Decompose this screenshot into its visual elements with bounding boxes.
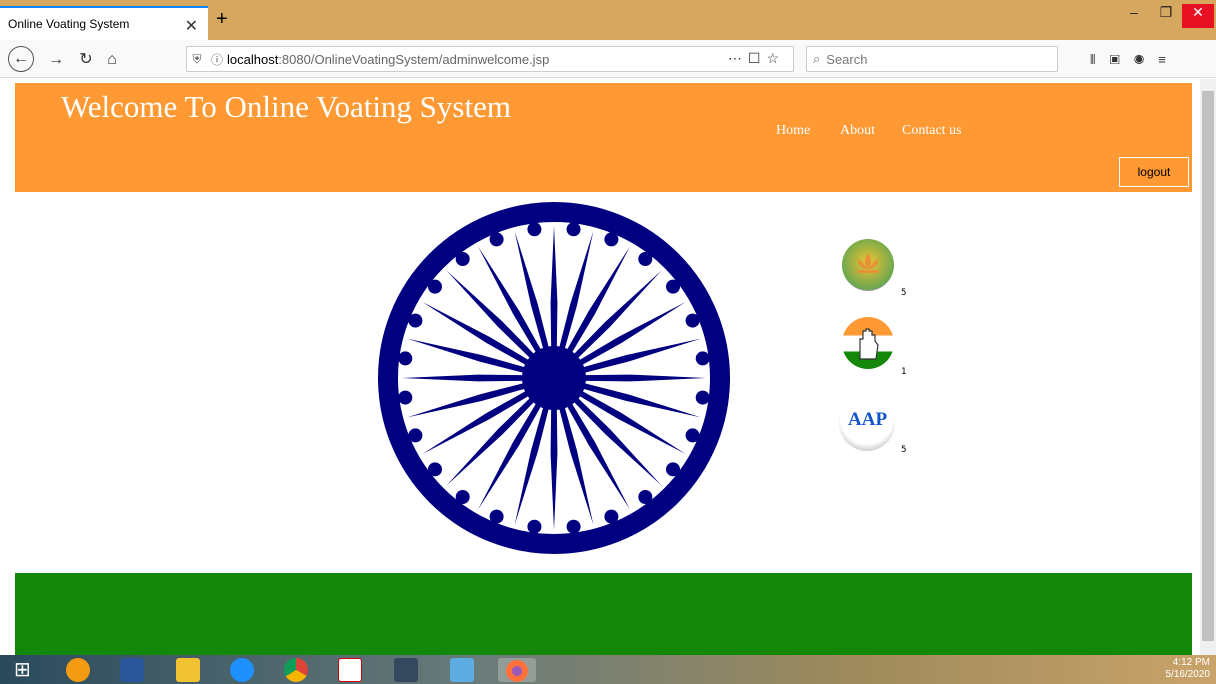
windows-taskbar: ⊞ 4:12 PM 5/16/2020: [0, 655, 1216, 684]
chakra-rim-dot: [685, 313, 700, 328]
chakra-rim-dot: [408, 313, 423, 328]
site-header: Welcome To Online Voating System Home Ab…: [15, 83, 1192, 192]
shield-icon[interactable]: ⛨: [187, 52, 207, 67]
internet-explorer-icon[interactable]: [230, 658, 254, 682]
party-1-vote-count: 5: [901, 288, 907, 298]
chakra-rim-dot: [685, 428, 700, 443]
chakra-rim-dot: [527, 222, 542, 237]
chakra-rim-dot: [455, 490, 470, 505]
chakra-rim-dot: [427, 462, 442, 477]
reload-icon[interactable]: ↻: [74, 48, 98, 72]
home-icon[interactable]: ⌂: [100, 48, 124, 72]
chakra-rim-dot: [566, 222, 581, 237]
chakra-rim-dot: [604, 232, 619, 247]
chakra-rim-dot: [455, 251, 470, 266]
back-icon[interactable]: ←: [8, 46, 34, 72]
chakra-rim-dot: [398, 351, 413, 366]
nav-about-link[interactable]: About: [840, 123, 875, 139]
chakra-rim-dot: [638, 490, 653, 505]
chakra-spoke: [550, 226, 558, 359]
windows-start-icon[interactable]: ⊞: [14, 658, 38, 682]
search-placeholder: Search: [826, 51, 868, 67]
forward-icon[interactable]: →: [44, 48, 68, 72]
word-icon[interactable]: [120, 658, 144, 682]
uc-browser-icon[interactable]: [66, 658, 90, 682]
close-window-icon[interactable]: ✕: [1182, 4, 1214, 28]
chakra-rim-dot: [408, 428, 423, 443]
page-actions-icon[interactable]: ⋯☐☆: [728, 50, 785, 67]
bjp-logo-icon[interactable]: [842, 239, 894, 291]
clock-date: 5/16/2020: [1165, 669, 1211, 680]
site-footer: [15, 573, 1192, 655]
system-tray: 4:12 PM 5/16/2020: [1166, 657, 1211, 681]
aap-logo-text: AAP: [848, 409, 888, 430]
lotus-icon: [857, 253, 879, 273]
info-icon[interactable]: ⓘ: [207, 51, 227, 68]
chrome-icon[interactable]: [284, 658, 308, 682]
chakra-rim-dot: [604, 509, 619, 524]
pdf-reader-icon[interactable]: [338, 658, 362, 682]
party-3-vote-count: 5: [901, 445, 907, 455]
chakra-rim-dot: [638, 251, 653, 266]
restore-icon[interactable]: ❐: [1150, 4, 1182, 28]
aap-logo-icon[interactable]: AAP: [839, 395, 895, 451]
search-icon: ⌕: [813, 51, 821, 66]
chakra-rim-dot: [398, 390, 413, 405]
chakra-rim-dot: [666, 279, 681, 294]
minimize-icon[interactable]: –: [1118, 4, 1150, 28]
chakra-rim-dot: [489, 509, 504, 524]
virtualbox-icon[interactable]: [450, 658, 474, 682]
page-content: Welcome To Online Voating System Home Ab…: [0, 79, 1200, 655]
chakra-rim-dot: [566, 519, 581, 534]
nav-home-link[interactable]: Home: [776, 123, 810, 139]
chakra-rim-dot: [527, 519, 542, 534]
new-tab-icon[interactable]: +: [216, 8, 228, 31]
file-explorer-icon[interactable]: [176, 658, 200, 682]
url-path: :8080/OnlineVoatingSystem/adminwelcome.j…: [278, 51, 550, 67]
browser-toolbar: ← → ↻ ⌂ ⛨ ⓘ localhost:8080/OnlineVoating…: [0, 40, 1216, 78]
clock-time: 4:12 PM: [1172, 657, 1210, 668]
window-titlebar: Online Voating System ✕ + – ❐ ✕: [0, 0, 1216, 40]
chakra-rim-dot: [695, 390, 710, 405]
browser-tab[interactable]: Online Voating System ✕: [0, 6, 208, 40]
congress-logo-icon[interactable]: [842, 317, 894, 369]
chakra-spoke: [402, 374, 535, 382]
chakra-rim-dot: [489, 232, 504, 247]
close-tab-icon[interactable]: ✕: [185, 16, 198, 36]
firefox-icon[interactable]: [498, 658, 536, 682]
chakra-rim-dot: [666, 462, 681, 477]
toolbar-icons[interactable]: ⫴▣◉≡: [1090, 52, 1180, 68]
hand-icon: [859, 328, 879, 360]
chakra-rim-dot: [427, 279, 442, 294]
address-bar[interactable]: ⛨ ⓘ localhost:8080/OnlineVoatingSystem/a…: [186, 46, 794, 72]
logout-button[interactable]: logout: [1119, 157, 1189, 187]
chakra-spoke: [550, 397, 558, 530]
chakra-spoke: [573, 374, 706, 382]
nav-contact-link[interactable]: Contact us: [902, 123, 962, 139]
vertical-scrollbar[interactable]: [1200, 79, 1216, 655]
chakra-rim-dot: [695, 351, 710, 366]
ashoka-chakra-icon: [378, 202, 730, 554]
scrollbar-thumb[interactable]: [1202, 91, 1214, 641]
tab-title: Online Voating System: [8, 17, 130, 31]
url-host: localhost: [227, 51, 279, 67]
netbeans-icon[interactable]: [394, 658, 418, 682]
page-title: Welcome To Online Voating System: [61, 89, 511, 124]
search-input[interactable]: ⌕ Search: [806, 46, 1058, 72]
party-2-vote-count: 1: [901, 367, 907, 377]
